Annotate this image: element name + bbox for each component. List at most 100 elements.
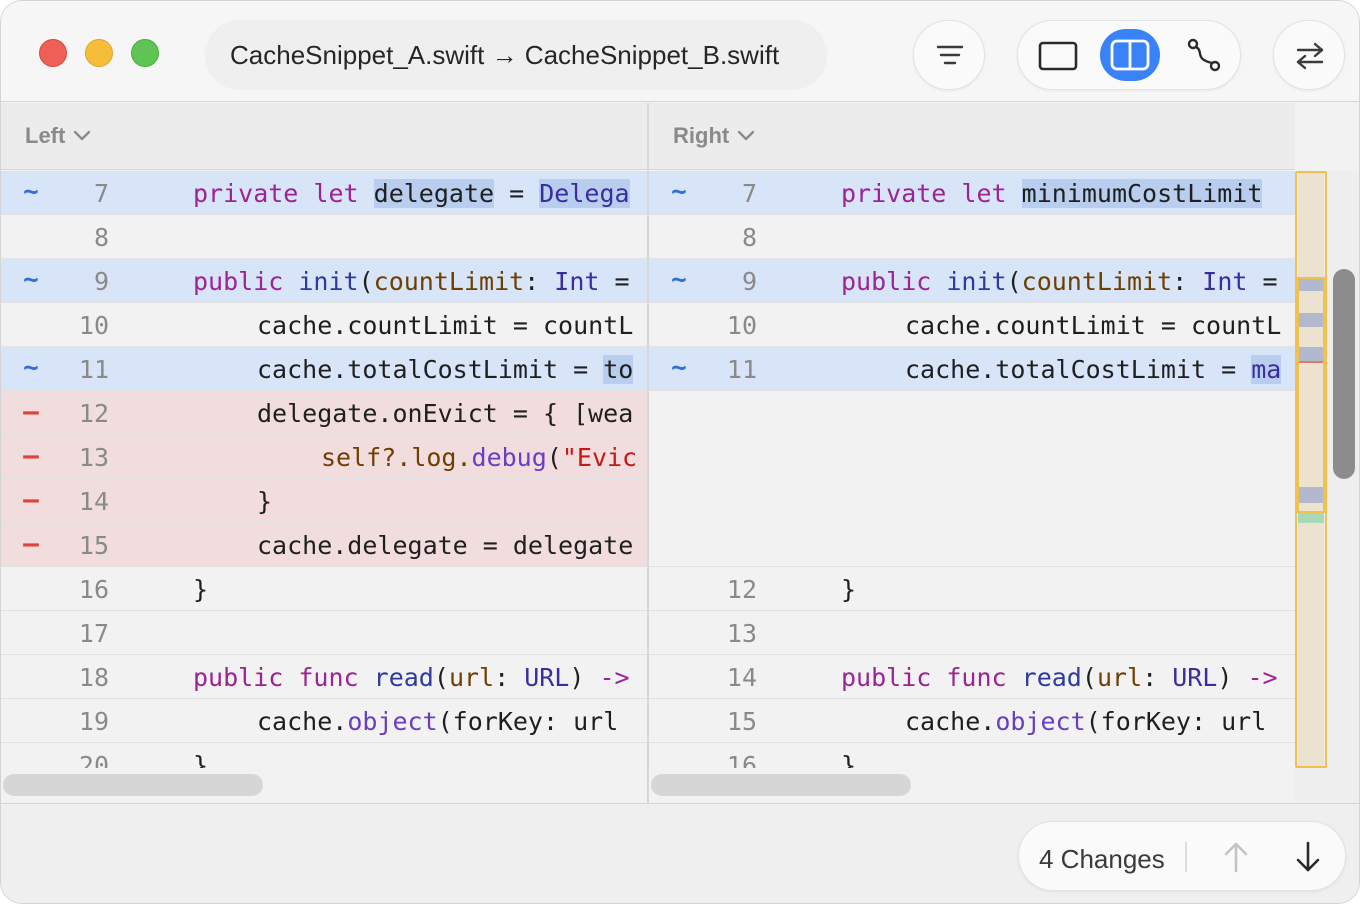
code-row[interactable]: – 14 } [1, 479, 647, 523]
code-row[interactable]: 8 [1, 215, 647, 259]
left-pane-header[interactable]: Left [1, 103, 648, 170]
code-row[interactable]: ~ 7 private let delegate = Delega [1, 171, 647, 215]
placeholder-row [649, 391, 1295, 435]
window-title-text: CacheSnippet_A.swift → CacheSnippet_B.sw… [230, 39, 780, 70]
modified-marker: ~ [23, 265, 39, 295]
code-row[interactable]: 16 } [1, 567, 647, 611]
code-line: private let minimumCostLimit [841, 179, 1263, 208]
arrow-up-icon [1224, 842, 1248, 873]
code-row[interactable]: 13 [649, 611, 1295, 655]
swap-sides-button[interactable] [1273, 20, 1345, 90]
right-pane-header[interactable]: Right [649, 103, 1295, 170]
window-title: CacheSnippet_A.swift → CacheSnippet_B.sw… [205, 20, 827, 90]
route-icon [1187, 38, 1221, 72]
diff-window: CacheSnippet_A.swift → CacheSnippet_B.sw… [0, 0, 1360, 904]
single-pane-button[interactable] [1026, 29, 1090, 81]
line-number: 18 [78, 663, 109, 692]
close-window-button[interactable] [39, 39, 67, 67]
line-number: 15 [78, 531, 109, 560]
code-line: } [841, 751, 857, 768]
code-row[interactable]: ~ 7 private let minimumCostLimit [649, 171, 1295, 215]
code-row[interactable]: 20 } [1, 743, 647, 768]
code-row[interactable]: 10 cache.countLimit = countL [1, 303, 647, 347]
code-line: public func read(url: URL) -> [193, 663, 630, 692]
line-number: 14 [726, 663, 757, 692]
chevron-down-icon [74, 130, 91, 141]
left-horizontal-scrollbar[interactable] [3, 774, 263, 796]
code-line: } [257, 487, 273, 516]
right-horizontal-scrollbar[interactable] [651, 774, 911, 796]
zoom-window-button[interactable] [131, 39, 159, 67]
code-line: public func read(url: URL) -> [841, 663, 1278, 692]
code-row[interactable]: ~ 9 public init(countLimit: Int = [1, 259, 647, 303]
right-code-pane[interactable]: ~ 7 private let minimumCostLimit 8 ~ 9 p… [649, 171, 1295, 768]
code-line: } [193, 751, 209, 768]
code-row[interactable]: ~ 11 cache.totalCostLimit = to [1, 347, 647, 391]
code-line: cache.totalCostLimit = ma [905, 355, 1282, 384]
code-row[interactable]: 12 } [649, 567, 1295, 611]
code-row[interactable]: 16 } [649, 743, 1295, 768]
code-row[interactable]: 8 [649, 215, 1295, 259]
placeholder-row [649, 435, 1295, 479]
code-row[interactable]: 10 cache.countLimit = countL [649, 303, 1295, 347]
swap-arrows-icon [1296, 42, 1324, 70]
left-pane-title: Left [25, 123, 66, 148]
code-line: cache.totalCostLimit = to [257, 355, 634, 384]
filter-button[interactable] [913, 20, 985, 90]
bottom-bar: 4 Changes [1, 803, 1359, 903]
code-row[interactable]: – 13 self?.log.debug("Evic [1, 435, 647, 479]
line-number: 9 [93, 267, 109, 296]
minimize-window-button[interactable] [85, 39, 113, 67]
diff-overview-map[interactable] [1295, 171, 1359, 803]
single-pane-icon [1038, 41, 1078, 71]
modified-marker: ~ [23, 353, 39, 383]
placeholder-row [649, 523, 1295, 567]
code-row[interactable]: 18 public func read(url: URL) -> [1, 655, 647, 699]
code-row[interactable]: – 12 delegate.onEvict = { [wea [1, 391, 647, 435]
code-line: cache.delegate = delegate [257, 531, 634, 560]
code-line: delegate.onEvict = { [wea [257, 399, 634, 428]
line-number: 7 [741, 179, 757, 208]
modified-marker: ~ [671, 353, 687, 383]
line-number: 15 [726, 707, 757, 736]
line-number: 9 [741, 267, 757, 296]
vertical-scrollbar[interactable] [1333, 269, 1355, 479]
line-number: 20 [78, 751, 109, 768]
code-row[interactable]: ~ 11 cache.totalCostLimit = ma [649, 347, 1295, 391]
code-line: cache.countLimit = countL [905, 311, 1282, 340]
code-row[interactable]: 14 public func read(url: URL) -> [649, 655, 1295, 699]
code-row[interactable]: 15 cache.object(forKey: url [649, 699, 1295, 743]
route-button[interactable] [1174, 29, 1234, 81]
left-code-pane[interactable]: ~ 7 private let delegate = Delega 8 ~ 9 … [1, 171, 647, 768]
line-number: 8 [741, 223, 757, 252]
previous-change-button[interactable] [1211, 832, 1261, 882]
code-line: private let delegate = Delega [193, 179, 630, 208]
line-number: 16 [726, 751, 757, 768]
deleted-marker: – [23, 397, 39, 427]
lines-filter-icon [936, 45, 964, 65]
code-line: self?.log.debug("Evic [321, 443, 638, 472]
code-row[interactable]: 17 [1, 611, 647, 655]
code-row[interactable]: ~ 9 public init(countLimit: Int = [649, 259, 1295, 303]
split-pane-icon [1110, 39, 1150, 71]
right-pane-title: Right [673, 123, 730, 148]
code-line: cache.object(forKey: url [257, 707, 619, 736]
changes-count: 4 Changes [1039, 844, 1165, 874]
divider [1185, 842, 1187, 872]
modified-marker: ~ [23, 177, 39, 207]
next-change-button[interactable] [1283, 832, 1333, 882]
split-pane-button[interactable] [1100, 29, 1160, 81]
deleted-marker: – [23, 485, 39, 515]
line-number: 7 [93, 179, 109, 208]
code-row[interactable]: – 15 cache.delegate = delegate [1, 523, 647, 567]
line-number: 19 [78, 707, 109, 736]
code-line: } [841, 575, 857, 604]
deleted-marker: – [23, 441, 39, 471]
deleted-marker: – [23, 529, 39, 559]
line-number: 12 [726, 575, 757, 604]
line-number: 11 [78, 355, 109, 384]
code-line: } [193, 575, 209, 604]
line-number: 17 [78, 619, 109, 648]
code-line: cache.countLimit = countL [257, 311, 634, 340]
code-row[interactable]: 19 cache.object(forKey: url [1, 699, 647, 743]
